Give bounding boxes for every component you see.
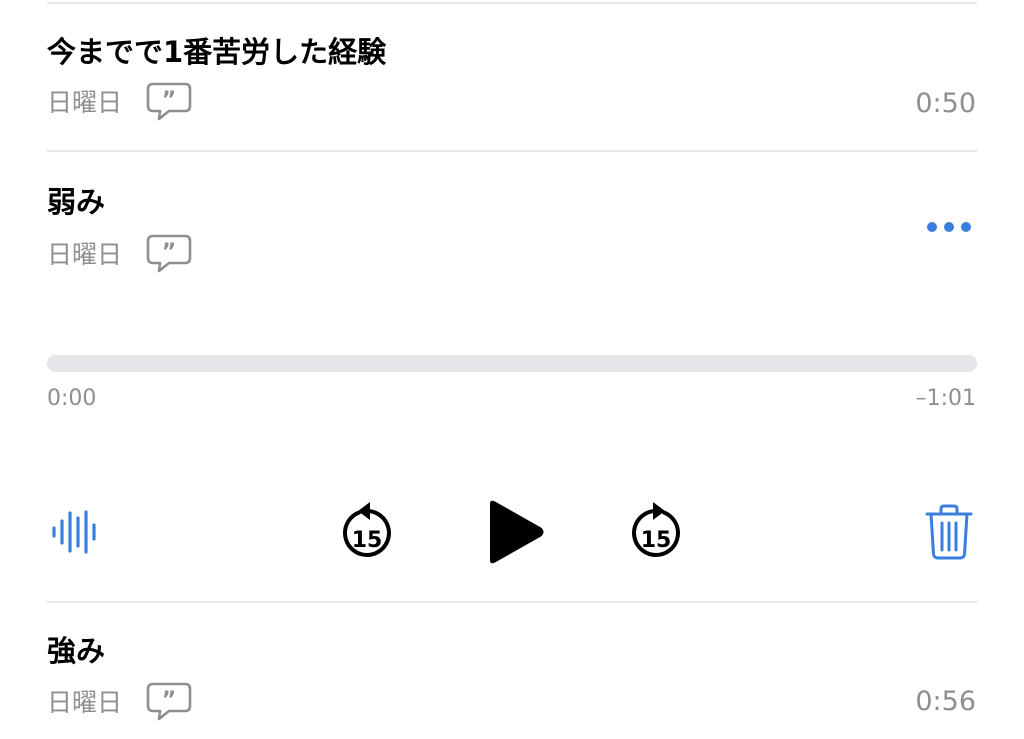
recording-title: 今までで1番苦労した経験 bbox=[47, 35, 387, 69]
recording-meta: 日曜日 ” bbox=[47, 82, 192, 122]
recording-title: 強み bbox=[47, 634, 106, 668]
recording-date: 日曜日 bbox=[47, 687, 123, 717]
delete-trash-icon[interactable] bbox=[924, 503, 974, 561]
recording-title: 弱み bbox=[47, 185, 106, 219]
voice-memos-list: 今までで1番苦労した経験 日曜日 ” 0:50 弱み 日曜日 ” 0:00 –1… bbox=[0, 0, 1024, 739]
skip-forward-15-icon[interactable]: 15 bbox=[626, 501, 686, 563]
recording-duration: 0:56 bbox=[915, 686, 976, 717]
recording-date: 日曜日 bbox=[47, 239, 123, 269]
divider bbox=[47, 601, 977, 603]
recording-duration: 0:50 bbox=[915, 88, 976, 119]
recording-meta: 日曜日 ” bbox=[47, 682, 192, 722]
edit-waveform-icon[interactable] bbox=[50, 507, 100, 557]
more-options-ellipsis-icon[interactable] bbox=[920, 212, 978, 242]
skip-forward-seconds: 15 bbox=[641, 528, 672, 553]
divider bbox=[47, 2, 977, 4]
svg-text:”: ” bbox=[162, 240, 176, 265]
elapsed-time: 0:00 bbox=[47, 386, 97, 411]
remaining-time: –1:01 bbox=[915, 386, 976, 411]
transcript-quote-icon: ” bbox=[146, 234, 192, 273]
recording-meta: 日曜日 ” bbox=[47, 234, 192, 274]
svg-text:”: ” bbox=[162, 688, 176, 713]
transcript-quote-icon: ” bbox=[146, 82, 192, 121]
svg-text:”: ” bbox=[162, 88, 176, 113]
transcript-quote-icon: ” bbox=[146, 682, 192, 721]
divider bbox=[47, 150, 977, 152]
playback-scrubber[interactable] bbox=[47, 355, 977, 372]
skip-back-15-icon[interactable]: 15 bbox=[337, 501, 397, 563]
play-icon[interactable] bbox=[485, 498, 547, 566]
skip-back-seconds: 15 bbox=[352, 528, 383, 553]
recording-date: 日曜日 bbox=[47, 87, 123, 117]
